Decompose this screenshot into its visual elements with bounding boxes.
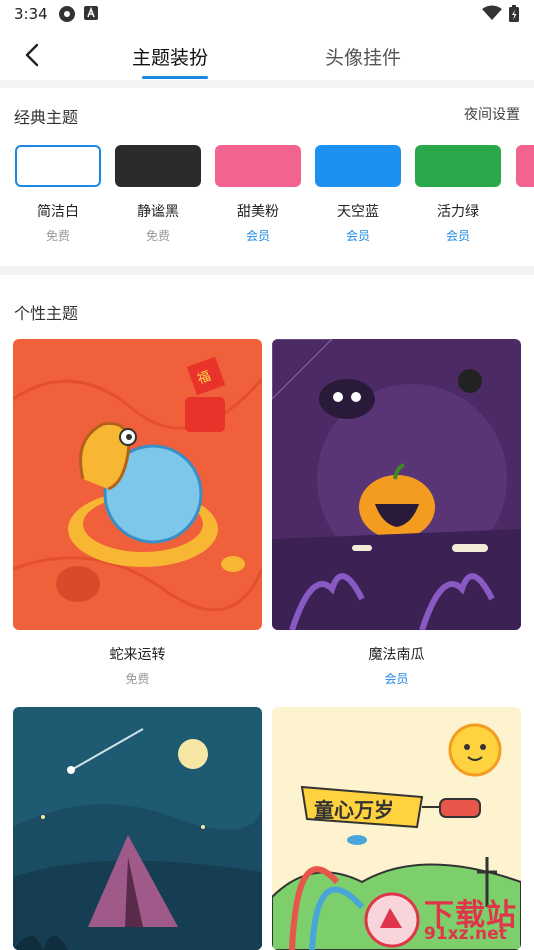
watermark-logo-icon bbox=[364, 892, 420, 948]
swatch-green bbox=[415, 145, 501, 187]
theme-name: 蛇来运转 bbox=[109, 647, 166, 663]
active-tab-indicator bbox=[142, 76, 208, 79]
theme-preview-snake: 福 bbox=[13, 339, 262, 630]
theme-name: 简洁白 bbox=[37, 204, 79, 220]
swatch-white bbox=[15, 145, 101, 187]
theme-tag: 会员 bbox=[345, 229, 370, 243]
swatch-blue bbox=[315, 145, 401, 187]
classic-theme-next-partial[interactable] bbox=[516, 145, 534, 187]
classic-theme-pink[interactable]: 甜美粉 会员 bbox=[214, 145, 302, 244]
theme-name: 甜美粉 bbox=[237, 204, 279, 220]
classic-theme-white[interactable]: 简洁白 免费 bbox=[14, 145, 102, 244]
personal-themes-title: 个性主题 bbox=[14, 304, 79, 323]
theme-tag: 免费 bbox=[45, 229, 70, 243]
classic-theme-blue[interactable]: 天空蓝 会员 bbox=[314, 145, 402, 244]
theme-tag: 会员 bbox=[445, 229, 470, 243]
banner-text: 童心万岁 bbox=[314, 798, 394, 822]
personal-theme-card-snake[interactable]: 福 蛇来运转 免费 bbox=[13, 339, 262, 687]
theme-tag: 免费 bbox=[145, 229, 170, 243]
battery-icon bbox=[509, 5, 519, 22]
theme-name: 天空蓝 bbox=[337, 204, 379, 220]
watermark: 下载站 91xz.net bbox=[362, 888, 534, 950]
app-status-icon bbox=[84, 6, 98, 20]
swatch-black bbox=[115, 145, 201, 187]
back-arrow-icon[interactable] bbox=[18, 40, 48, 70]
divider bbox=[0, 80, 534, 88]
tab-theme-dressup[interactable]: 主题装扮 bbox=[132, 43, 208, 70]
wifi-icon bbox=[482, 5, 502, 20]
settings-status-icon bbox=[59, 6, 75, 22]
classic-theme-green[interactable]: 活力绿 会员 bbox=[414, 145, 502, 244]
theme-tag: 会员 bbox=[245, 229, 270, 243]
divider bbox=[0, 266, 534, 275]
top-navigation: 主题装扮 头像挂件 bbox=[0, 28, 534, 80]
personal-theme-card-camping[interactable] bbox=[13, 707, 262, 950]
theme-name: 活力绿 bbox=[437, 204, 479, 220]
status-time: 3:34 bbox=[14, 5, 48, 23]
classic-themes-title: 经典主题 bbox=[14, 108, 79, 127]
status-bar: 3:34 bbox=[0, 0, 534, 28]
theme-name: 静谧黑 bbox=[137, 204, 179, 220]
theme-name: 魔法南瓜 bbox=[368, 647, 425, 663]
theme-tag: 免费 bbox=[125, 672, 150, 686]
night-settings-link[interactable]: 夜间设置 bbox=[464, 104, 520, 124]
watermark-url: 91xz.net bbox=[424, 924, 507, 944]
theme-tag: 会员 bbox=[384, 672, 409, 686]
classic-theme-black[interactable]: 静谧黑 免费 bbox=[114, 145, 202, 244]
theme-preview-pumpkin bbox=[272, 339, 521, 630]
swatch-pink bbox=[215, 145, 301, 187]
tab-avatar-pendant[interactable]: 头像挂件 bbox=[325, 43, 401, 70]
theme-preview-camping bbox=[13, 707, 262, 950]
personal-theme-card-pumpkin[interactable]: 魔法南瓜 会员 bbox=[272, 339, 521, 687]
